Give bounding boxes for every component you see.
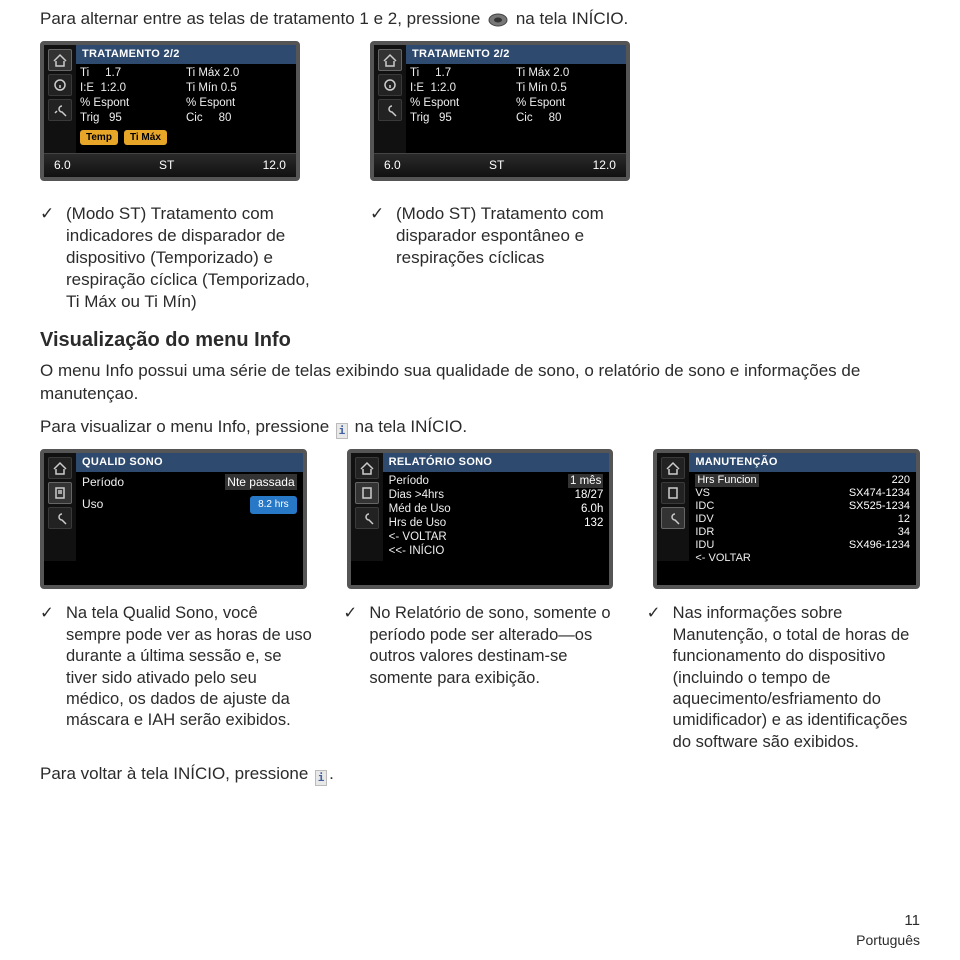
caption-bottom-right: Nas informações sobre Manutenção, o tota… [673,603,920,753]
checkmark-icon: ✓ [40,203,56,313]
back-line: Para voltar à tela INÍCIO, pressione i. [40,763,920,786]
pill-temp: Temp [80,130,118,146]
info-press-line: Para visualizar o menu Info, pressione i… [40,416,920,439]
info-icon: i [336,423,348,439]
checkmark-icon: ✓ [370,203,386,313]
caption-top-left: (Modo ST) Tratamento com indicadores de … [66,203,320,313]
device-footer: 6.0 ST 12.0 [374,153,626,177]
device-treatment-a: TRATAMENTO 2/2 Ti 1.7Ti Máx 2.0 I:E 1:2.… [40,41,300,181]
home-icon [355,457,379,479]
intro-prefix: Para alternar entre as telas de tratamen… [40,9,480,28]
clipboard-icon [48,482,72,504]
wrench-icon [48,507,72,529]
checkmark-icon: ✓ [40,603,56,753]
page-number: 11 [856,911,920,931]
device-title: MANUTENÇÃO [689,453,916,472]
caption-top-right: (Modo ST) Tratamento com disparador espo… [396,203,650,313]
wrench-icon [661,507,685,529]
info-body: O menu Info possui uma série de telas ex… [40,360,920,406]
info-icon: i [315,770,327,786]
clipboard-icon [661,482,685,504]
device-treatment-b: TRATAMENTO 2/2 Ti 1.7Ti Máx 2.0 I:E 1:2.… [370,41,630,181]
device-footer: 6.0 ST 12.0 [44,153,296,177]
wrench-icon [48,99,72,121]
device-title: QUALID SONO [76,453,303,472]
intro-suffix: na tela INÍCIO. [516,9,628,28]
info-heading: Visualização do menu Info [40,327,920,354]
top-devices-row: TRATAMENTO 2/2 Ti 1.7Ti Máx 2.0 I:E 1:2.… [40,41,920,191]
home-icon [378,49,402,71]
device-title: TRATAMENTO 2/2 [76,45,296,64]
caption-bottom-left: Na tela Qualid Sono, você sempre pode ve… [66,603,313,753]
dial-icon [487,12,509,28]
home-icon [48,49,72,71]
mid-devices-row: QUALID SONO PeríodoNte passada Uso8.2 hr… [40,449,920,589]
caption-bottom-mid: No Relatório de sono, somente o período … [369,603,616,753]
page-footer: 11 Português [856,911,920,950]
wrench-icon [355,507,379,529]
checkmark-icon: ✓ [647,603,663,753]
device-relatorio-sono: RELATÓRIO SONO Período1 mês Dias >4hrs18… [347,449,614,589]
info-icon [378,74,402,96]
top-captions: ✓ (Modo ST) Tratamento com indicadores d… [40,203,920,313]
checkmark-icon: ✓ [343,603,359,753]
device-data-rows: Ti 1.7Ti Máx 2.0 I:E 1:2.0Ti Mín 0.5 % E… [406,64,626,128]
device-title: TRATAMENTO 2/2 [406,45,626,64]
pill-timax: Ti Máx [124,130,167,146]
home-icon [48,457,72,479]
device-manutencao: MANUTENÇÃO Hrs Funcion220 VSSX474-1234 I… [653,449,920,589]
device-data-rows: Ti 1.7Ti Máx 2.0 I:E 1:2.0Ti Mín 0.5 % E… [76,64,296,128]
wrench-icon [378,99,402,121]
page-language: Português [856,931,920,950]
bottom-captions: ✓ Na tela Qualid Sono, você sempre pode … [40,603,920,753]
intro-text: Para alternar entre as telas de tratamen… [40,8,920,31]
home-icon [661,457,685,479]
info-icon [48,74,72,96]
device-title: RELATÓRIO SONO [383,453,610,472]
device-qualid-sono: QUALID SONO PeríodoNte passada Uso8.2 hr… [40,449,307,589]
clipboard-icon [355,482,379,504]
